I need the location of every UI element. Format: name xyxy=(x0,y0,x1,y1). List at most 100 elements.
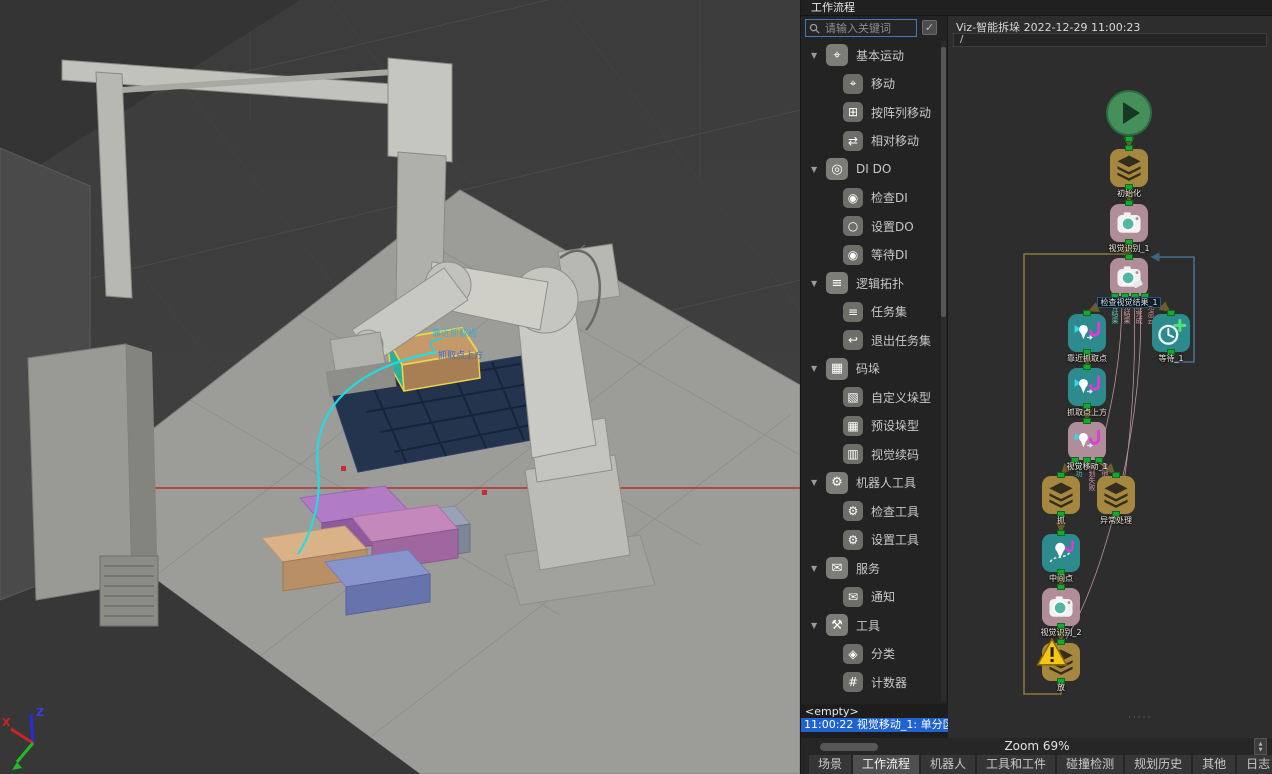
tree-label: 服务 xyxy=(856,560,880,577)
output-port[interactable] xyxy=(1125,136,1133,142)
flow-node-label: 等待_1 xyxy=(1121,353,1221,364)
flow-node-vision-recognize-2[interactable] xyxy=(1042,588,1080,626)
tree-item-counter[interactable]: #计数器 xyxy=(801,668,941,697)
input-port[interactable] xyxy=(1167,310,1175,316)
flow-canvas[interactable]: 有结果 无结果 未完成 无点云 成功 规划失败 其他错误 初始化 xyxy=(948,51,1272,738)
tree-item-vision-pallet[interactable]: ▥ 视觉续码 xyxy=(801,440,941,469)
tree-category-service[interactable]: ▼✉服务 xyxy=(801,554,941,583)
flow-node-label: 视觉识别_1 xyxy=(1079,243,1179,254)
flow-node-intermediate-point[interactable] xyxy=(1042,534,1080,572)
input-port[interactable] xyxy=(1057,584,1065,590)
tree-item-task-set[interactable]: ≡任务集 xyxy=(801,298,941,327)
tree-item-move[interactable]: ⌖移动 xyxy=(801,70,941,99)
flow-node-label: 中间点 xyxy=(1011,573,1111,584)
input-port[interactable] xyxy=(1112,472,1120,478)
flow-node-wait-1[interactable] xyxy=(1152,314,1190,352)
tree-category-palletize[interactable]: ▼▦码垛 xyxy=(801,355,941,384)
search-icon xyxy=(809,23,820,34)
flow-node-exception-handle[interactable] xyxy=(1097,476,1135,514)
tree-category-dido[interactable]: ▼◎DI DO xyxy=(801,155,941,184)
set-do-icon: ○ xyxy=(843,216,863,236)
splitter-handle[interactable]: ····· xyxy=(1128,713,1152,723)
classify-icon: ◈ xyxy=(843,644,863,664)
viewport-3d[interactable]: 靠近抓取点 抓取点上方 Z X xyxy=(0,0,800,774)
tab-robot[interactable]: 机器人 xyxy=(921,755,975,774)
chevron-down-icon[interactable]: ▼ xyxy=(811,478,826,487)
log-selected-line[interactable]: 11:00:22 视觉移动_1: 单分区方形 xyxy=(801,718,948,732)
flow-node-place[interactable] xyxy=(1042,643,1080,681)
chevron-down-icon[interactable]: ▼ xyxy=(811,364,826,373)
input-port[interactable] xyxy=(1083,310,1091,316)
preset-pattern-icon: ▦ xyxy=(843,416,863,436)
flow-node-vision-move-1[interactable] xyxy=(1068,422,1106,460)
tree-category-logic[interactable]: ▼≡逻辑拓扑 xyxy=(801,269,941,298)
tree-scrollbar[interactable] xyxy=(941,41,946,701)
tree-item-check-di[interactable]: ◉检查DI xyxy=(801,184,941,213)
input-port[interactable] xyxy=(1057,639,1065,645)
input-port[interactable] xyxy=(1125,254,1133,260)
tree-item-set-do[interactable]: ○设置DO xyxy=(801,212,941,241)
tree-label: 视觉续码 xyxy=(871,446,919,463)
input-port[interactable] xyxy=(1083,418,1091,424)
check-icon: ✓ xyxy=(925,21,934,34)
flow-node-init[interactable] xyxy=(1110,149,1148,187)
zoom-level-label: Zoom 69% xyxy=(801,739,1272,753)
flow-node-check-vision-result[interactable] xyxy=(1110,258,1148,296)
tree-item-relative-move[interactable]: ⇄相对移动 xyxy=(801,127,941,156)
tab-others[interactable]: 其他 xyxy=(1193,755,1235,774)
tree-item-custom-pattern[interactable]: ▧自定义垛型 xyxy=(801,383,941,412)
flow-node-above-pick-point[interactable] xyxy=(1068,368,1106,406)
vision-pallet-icon: ▥ xyxy=(843,444,863,464)
input-port[interactable] xyxy=(1125,145,1133,151)
layers-icon xyxy=(1045,479,1077,511)
flow-node-approach-pick-point[interactable] xyxy=(1068,314,1106,352)
tab-scene[interactable]: 场景 xyxy=(809,755,851,774)
tab-workflow[interactable]: 工作流程 xyxy=(853,755,919,774)
input-port[interactable] xyxy=(1057,530,1065,536)
tree-item-check-tool[interactable]: ⚙检查工具 xyxy=(801,497,941,526)
filter-checkbox[interactable]: ✓ xyxy=(922,20,937,35)
flow-node-vision-recognize-1[interactable] xyxy=(1110,204,1148,242)
tree-label: 退出任务集 xyxy=(871,332,931,349)
input-port[interactable] xyxy=(1083,364,1091,370)
flow-node-label: 初始化 xyxy=(1079,188,1179,199)
breadcrumb[interactable]: / xyxy=(953,33,1267,47)
clock-plus-icon xyxy=(1155,317,1187,349)
search-box[interactable] xyxy=(805,19,917,37)
tree-item-set-tool[interactable]: ⚙设置工具 xyxy=(801,526,941,555)
tree-item-notify[interactable]: ✉通知 xyxy=(801,583,941,612)
chevron-down-icon[interactable]: ▼ xyxy=(811,165,826,174)
chevron-down-icon[interactable]: ▼ xyxy=(811,279,826,288)
spinner-down-icon[interactable]: ▼ xyxy=(1259,747,1263,753)
tree-label: 通知 xyxy=(871,588,895,605)
log-empty: <empty> xyxy=(801,704,948,718)
flow-node-start[interactable] xyxy=(1106,90,1152,136)
tree-category-basic-motion[interactable]: ▼⌖基本运动 xyxy=(801,41,941,70)
input-port[interactable] xyxy=(1057,472,1065,478)
tree-item-classify[interactable]: ◈分类 xyxy=(801,640,941,669)
camera-icon xyxy=(1113,207,1145,239)
tab-planning-history[interactable]: 规划历史 xyxy=(1125,755,1191,774)
zoom-spinner[interactable]: ▲ ▼ xyxy=(1254,738,1267,755)
flow-node-grab[interactable] xyxy=(1042,476,1080,514)
chevron-down-icon[interactable]: ▼ xyxy=(811,621,826,630)
tab-collision-detection[interactable]: 碰撞检测 xyxy=(1057,755,1123,774)
tab-tools-workpieces[interactable]: 工具和工件 xyxy=(977,755,1055,774)
input-port[interactable] xyxy=(1125,200,1133,206)
chevron-down-icon[interactable]: ▼ xyxy=(811,51,826,60)
flow-node-label: 异常处理 xyxy=(1066,515,1166,526)
tree-item-array-move[interactable]: ⊞按阵列移动 xyxy=(801,98,941,127)
tree-label: 按阵列移动 xyxy=(871,104,931,121)
tab-log[interactable]: 日志 xyxy=(1237,755,1272,774)
scene-label-approach: 靠近抓取点 xyxy=(432,327,477,339)
tree-label: 任务集 xyxy=(871,303,907,320)
search-input[interactable] xyxy=(823,21,913,36)
tree-item-preset-pattern[interactable]: ▦预设垛型 xyxy=(801,412,941,441)
chevron-down-icon[interactable]: ▼ xyxy=(811,564,826,573)
tree-category-tools[interactable]: ▼⚒工具 xyxy=(801,611,941,640)
tree-item-wait-di[interactable]: ◉等待DI xyxy=(801,241,941,270)
app-window: 靠近抓取点 抓取点上方 Z X 工作流程 ✓ ▼⌖基本运动 xyxy=(0,0,1272,774)
tree-category-robot-tool[interactable]: ▼⚙机器人工具 xyxy=(801,469,941,498)
scrollbar-thumb[interactable] xyxy=(941,47,946,317)
tree-item-exit-task-set[interactable]: ↩退出任务集 xyxy=(801,326,941,355)
